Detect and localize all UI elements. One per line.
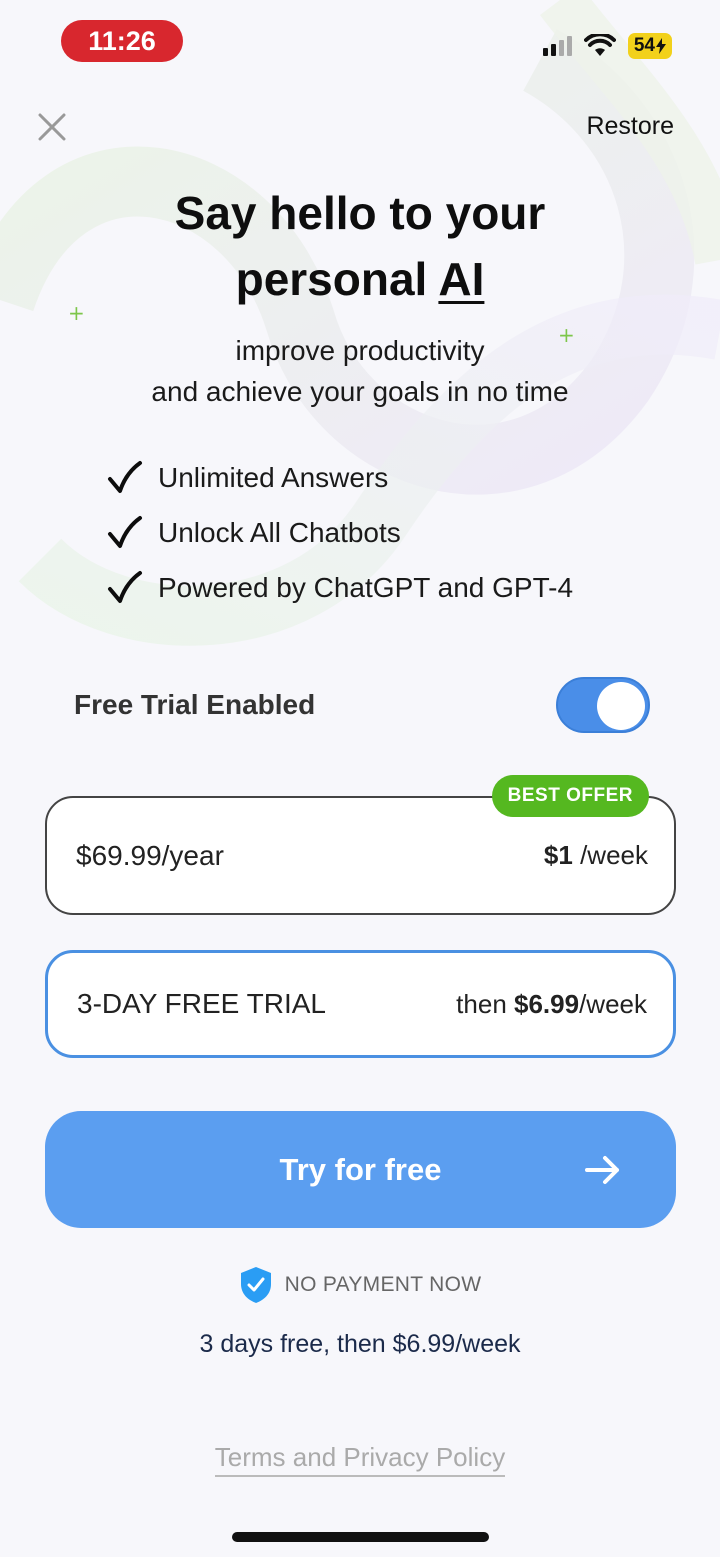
status-time: 11:26 xyxy=(61,20,183,62)
plan-price-unit: /week xyxy=(572,840,648,870)
plan-price: $1 /week xyxy=(544,840,648,871)
cta-label: Try for free xyxy=(279,1151,442,1187)
free-trial-label: Free Trial Enabled xyxy=(74,689,316,720)
checkmark-icon xyxy=(108,570,142,603)
headline-prefix: personal xyxy=(235,253,428,305)
feature-label: Unlock All Chatbots xyxy=(158,516,401,548)
feature-item: Unlock All Chatbots xyxy=(106,505,573,560)
terms-link[interactable]: Terms and Privacy Policy xyxy=(0,1442,720,1477)
battery-indicator: 54 xyxy=(627,33,672,59)
plan-price: then $6.99/week xyxy=(456,989,647,1020)
plan-price-unit: /week xyxy=(579,988,647,1019)
arrow-right-icon xyxy=(585,1156,619,1184)
headline-line-1: Say hello to your xyxy=(174,187,546,239)
checkmark-icon xyxy=(108,515,142,548)
close-icon[interactable] xyxy=(36,111,68,143)
headline-highlight: AI xyxy=(438,253,485,305)
best-offer-badge: BEST OFFER xyxy=(491,775,649,817)
no-payment-text: NO PAYMENT NOW xyxy=(284,1273,482,1296)
plan-price-amount: $1 xyxy=(543,840,573,870)
feature-label: Unlimited Answers xyxy=(158,461,389,493)
toggle-knob xyxy=(597,682,645,730)
feature-item: Powered by ChatGPT and GPT-4 xyxy=(106,560,573,615)
headline-line-2: personal AI xyxy=(0,246,720,312)
shield-check-icon xyxy=(240,1267,271,1303)
plan-option-yearly[interactable]: $69.99/year $1 /week BEST OFFER xyxy=(45,775,676,915)
plan-option-trial[interactable]: 3-DAY FREE TRIAL then $6.99/week xyxy=(45,950,676,1058)
status-icons: 54 xyxy=(542,33,672,59)
subtitle-line-1: improve productivity xyxy=(235,335,485,366)
try-for-free-button[interactable]: Try for free xyxy=(45,1111,676,1228)
charging-bolt-icon xyxy=(656,38,666,54)
plan-name: $69.99/year xyxy=(76,839,224,871)
checkmark-icon xyxy=(108,460,142,493)
free-trial-toggle[interactable] xyxy=(556,677,650,733)
headline: Say hello to your personal AI xyxy=(0,180,720,312)
feature-item: Unlimited Answers xyxy=(106,450,573,505)
battery-level: 54 xyxy=(633,35,655,56)
pricing-fine-print: 3 days free, then $6.99/week xyxy=(199,1330,521,1358)
plan-price-prefix: then xyxy=(456,988,514,1019)
plan-name: 3-DAY FREE TRIAL xyxy=(77,988,326,1019)
cellular-signal-icon xyxy=(542,36,572,56)
restore-button[interactable]: Restore xyxy=(586,112,674,141)
feature-list: Unlimited Answers Unlock All Chatbots Po… xyxy=(106,450,573,615)
free-trial-row: Free Trial Enabled xyxy=(74,677,650,733)
plan-price-amount: $6.99 xyxy=(514,988,580,1019)
wifi-icon xyxy=(583,34,616,56)
no-payment-notice: NO PAYMENT NOW xyxy=(0,1266,720,1304)
subtitle-line-2: and achieve your goals in no time xyxy=(151,376,569,407)
terms-label: Terms and Privacy Policy xyxy=(214,1442,506,1477)
home-indicator xyxy=(232,1532,489,1542)
subtitle: improve productivity and achieve your go… xyxy=(0,330,720,412)
feature-label: Powered by ChatGPT and GPT-4 xyxy=(158,571,574,603)
